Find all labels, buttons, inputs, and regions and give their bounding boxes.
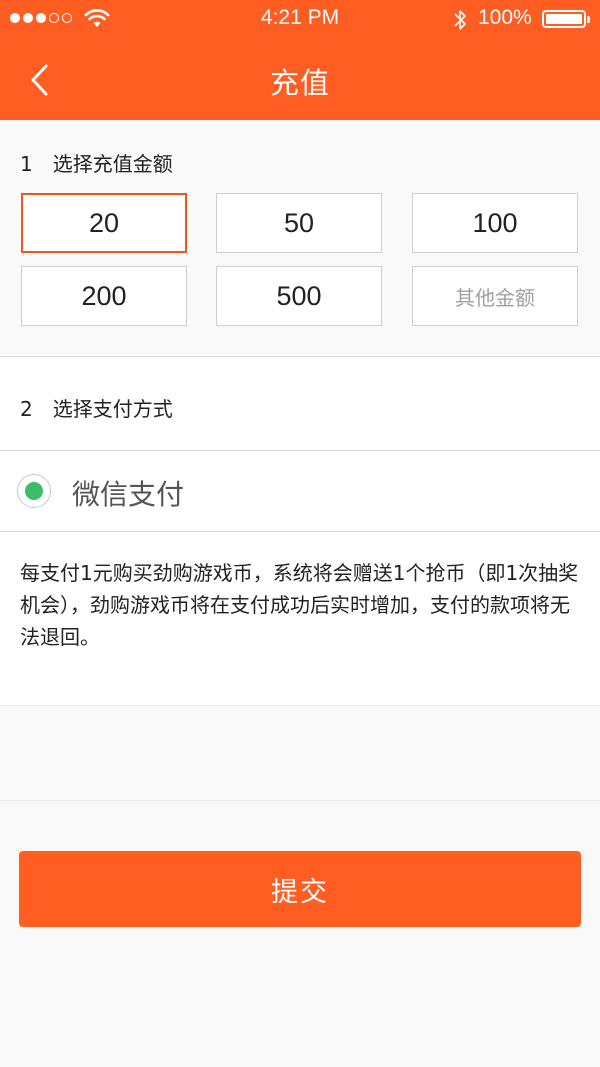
amount-option-other[interactable]: 其他金额 [412,266,578,326]
nav-bar: 充值 [0,40,600,120]
amount-option-20[interactable]: 20 [21,193,187,253]
app-header: 4:21 PM 100% 充值 [0,0,600,120]
amount-section-label: 1 选择充值金额 [20,148,173,177]
radio-selected-indicator [25,482,43,500]
amount-section-number: 1 [20,152,33,176]
amount-section-title: 选择充值金额 [52,152,173,176]
amount-section: 1 选择充值金额 20 50 100 200 500 其他金额 [0,120,600,357]
payment-section-label: 2 选择支付方式 [20,393,173,422]
page-title: 充值 [269,66,330,100]
status-bar: 4:21 PM 100% [0,0,600,38]
wechat-pay-radio[interactable] [17,474,51,508]
spacer-row [0,706,600,801]
bluetooth-icon [454,10,466,30]
amount-option-50[interactable]: 50 [216,193,382,253]
amount-option-500[interactable]: 500 [216,266,382,326]
submit-button[interactable]: 提交 [19,851,581,927]
battery-icon [542,10,586,28]
wechat-pay-label: 微信支付 [72,478,185,511]
recharge-notice: 每支付1元购买劲购游戏币，系统将会赠送1个抢币（即1次抽奖机会），劲购游戏币将在… [20,561,579,649]
notice-area: 每支付1元购买劲购游戏币，系统将会赠送1个抢币（即1次抽奖机会），劲购游戏币将在… [0,533,600,706]
battery-percentage: 100% [478,6,532,29]
amount-option-100[interactable]: 100 [412,193,578,253]
payment-section-number: 2 [20,397,33,421]
wechat-pay-option[interactable]: 微信支付 [0,450,600,532]
payment-section: 2 选择支付方式 [0,357,600,449]
amount-option-200[interactable]: 200 [21,266,187,326]
payment-section-title: 选择支付方式 [52,397,173,421]
